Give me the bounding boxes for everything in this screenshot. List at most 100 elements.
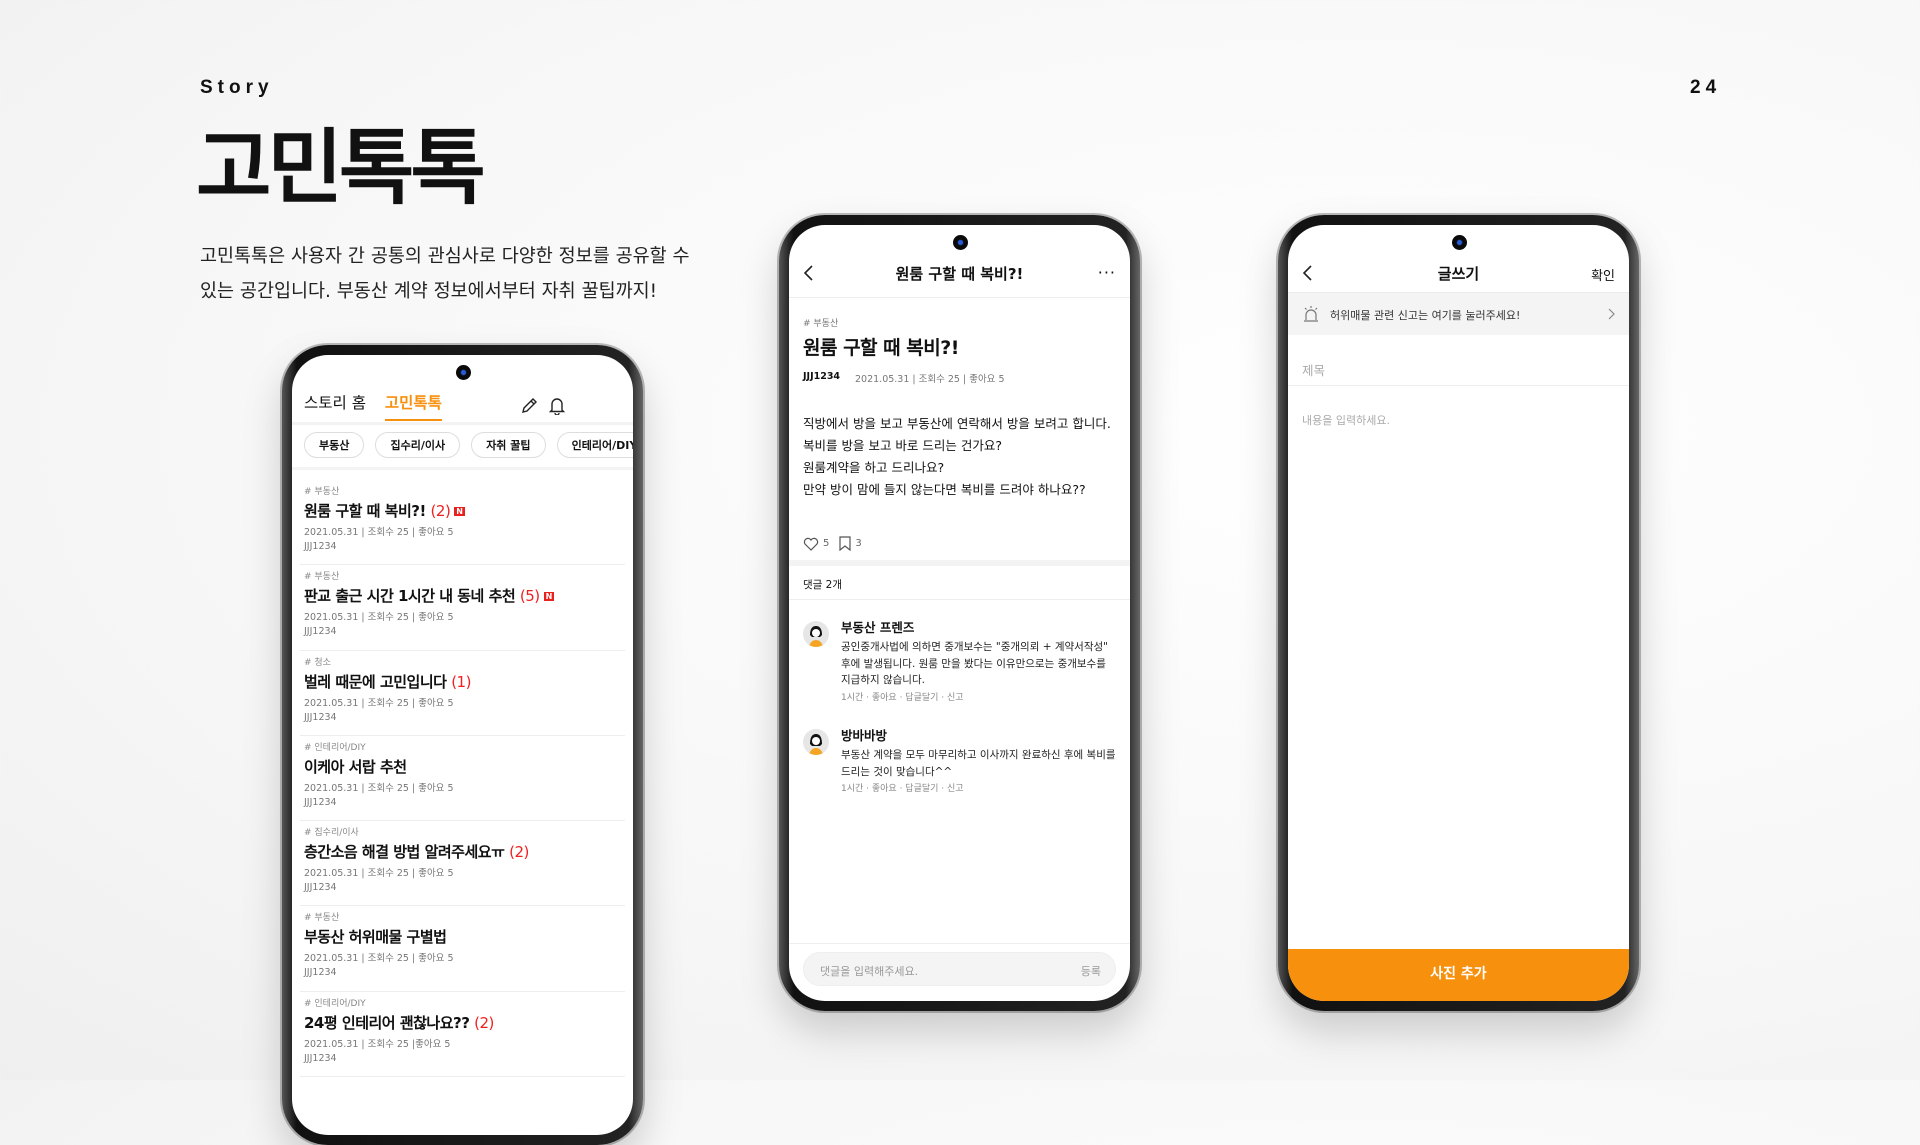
post-tag: # 부동산 <box>803 319 839 329</box>
post-meta: 2021.05.31 | 조회수 25 | 좋아요 5 <box>304 868 454 880</box>
post-title: 원룸 구할 때 복비?! (2) N <box>304 500 621 521</box>
post-title-text: 부동산 허위매물 구별법 <box>304 928 447 947</box>
post-author: JJJ1234 <box>304 967 337 979</box>
list-item[interactable]: # 부동산 원룸 구할 때 복비?! (2) N 2021.05.31 | 조회수… <box>300 480 625 566</box>
bookmark-count: 3 <box>855 538 862 549</box>
new-badge: N <box>454 507 465 516</box>
post-author: JJJ1234 <box>304 882 337 894</box>
report-banner[interactable]: 허위매물 관련 신고는 여기를 눌러주세요! <box>1288 292 1629 335</box>
chevron-right-icon <box>1608 308 1615 320</box>
phone-list-screen: 스토리 홈 고민톡톡 부동산 집수리/이사 자취 꿀팁 인테리어/DIY # 부… <box>282 345 643 1145</box>
siren-icon <box>1304 306 1318 322</box>
add-photo-button[interactable]: 사진 추가 <box>1288 949 1629 1001</box>
post-tag: # 인테리어/DIY <box>304 742 366 753</box>
tab-gomin-toktok[interactable]: 고민톡톡 <box>384 391 442 421</box>
post-title-text: 층간소음 해결 방법 알려주세요ㅠ <box>304 843 505 862</box>
post-list: # 부동산 원룸 구할 때 복비?! (2) N 2021.05.31 | 조회수… <box>300 480 625 1078</box>
post-title: 판교 출근 시간 1시간 내 동네 추천 (5) N <box>304 585 621 606</box>
post-author: JJJ1234 <box>304 541 337 552</box>
post-meta: 2021.05.31 | 조회수 25 |좋아요 5 <box>304 1038 451 1050</box>
post-title-text: 24평 인테리어 괜찮나요?? <box>304 1013 470 1032</box>
camera-icon <box>1451 235 1467 250</box>
body-line: 만약 방이 맘에 들지 않는다면 복비를 드려야 하나요?? <box>803 482 1086 497</box>
page-number: 24 <box>1690 77 1722 98</box>
comment-input[interactable]: 댓글을 입력해주세요. 등록 <box>803 952 1116 986</box>
post-title-text: 판교 출근 시간 1시간 내 동네 추천 <box>304 587 516 606</box>
content-input[interactable]: 내용을 입력하세요. <box>1302 412 1390 428</box>
post-meta: 2021.05.31 | 조회수 25 | 좋아요 5 <box>855 374 1005 385</box>
comments-count: 댓글 2개 <box>803 579 842 591</box>
submit-button[interactable]: 등록 <box>1081 963 1101 979</box>
comment-meta[interactable]: 1시간 · 좋아요 · 답글달기 · 신고 <box>841 690 1118 703</box>
comment-placeholder: 댓글을 입력해주세요. <box>820 965 919 978</box>
chip-interior-diy[interactable]: 인테리어/DIY <box>556 432 633 458</box>
chip-real-estate[interactable]: 부동산 <box>304 432 365 458</box>
header-title: 원룸 구할 때 복비?! <box>895 265 1024 283</box>
camera-icon <box>455 365 471 380</box>
banner-text: 허위매물 관련 신고는 여기를 눌러주세요! <box>1330 309 1521 322</box>
post-title-text: 벌레 때문에 고민입니다 <box>304 672 447 691</box>
comment-meta[interactable]: 1시간 · 좋아요 · 답글달기 · 신고 <box>841 781 1118 794</box>
comment-text: 부동산 계약을 모두 마무리하고 이사까지 완료하신 후에 복비를 드리는 것이… <box>841 749 1116 778</box>
title-input[interactable]: 제목 <box>1302 360 1325 379</box>
list-item[interactable]: # 인테리어/DIY 이케아 서랍 추천 2021.05.31 | 조회수 25… <box>300 736 625 822</box>
bookmark-icon[interactable] <box>839 536 851 551</box>
post-tag: # 부동산 <box>304 572 340 583</box>
description-line: 고민톡톡은 사용자 간 공통의 관심사로 다양한 정보를 공유할 수 <box>200 246 690 267</box>
more-icon[interactable]: ··· <box>1098 263 1116 282</box>
chip-repair-moving[interactable]: 집수리/이사 <box>375 432 461 458</box>
avatar <box>803 729 829 755</box>
page-title: 고민톡톡 <box>196 121 486 216</box>
page-description: 고민톡톡은 사용자 간 공통의 관심사로 다양한 정보를 공유할 수 있는 공간입… <box>200 239 720 309</box>
comment-count: (1) <box>451 672 471 691</box>
post-title: 층간소음 해결 방법 알려주세요ㅠ (2) <box>304 841 621 862</box>
header-title: 글쓰기 <box>1437 265 1480 283</box>
post-meta: 2021.05.31 | 조회수 25 | 좋아요 5 <box>304 697 454 709</box>
confirm-button[interactable]: 확인 <box>1591 265 1615 284</box>
bell-icon[interactable] <box>548 396 566 415</box>
like-count: 5 <box>823 538 830 549</box>
comment-author: 부동산 프렌즈 <box>841 620 915 635</box>
post-title: 24평 인테리어 괜찮나요?? (2) <box>304 1012 621 1033</box>
post-author: JJJ1234 <box>803 371 841 382</box>
post-tag: # 인테리어/DIY <box>304 998 366 1009</box>
list-item[interactable]: # 청소 벌레 때문에 고민입니다 (1) 2021.05.31 | 조회수 2… <box>300 651 625 736</box>
post-author: JJJ1234 <box>304 711 337 723</box>
post-title: 이케아 서랍 추천 <box>304 756 621 777</box>
heart-icon[interactable] <box>803 536 819 551</box>
post-tag: # 부동산 <box>304 913 340 924</box>
post-meta: 2021.05.31 | 조회수 25 | 좋아요 5 <box>304 953 454 965</box>
post-title: 원룸 구할 때 복비?! <box>803 337 959 359</box>
body-line: 복비를 방을 보고 바로 드리는 건가요? <box>803 438 1003 453</box>
comment-author: 방바바방 <box>841 728 888 743</box>
post-title: 벌레 때문에 고민입니다 (1) <box>304 671 621 692</box>
post-author: JJJ1234 <box>304 626 337 638</box>
list-item[interactable]: # 인테리어/DIY 24평 인테리어 괜찮나요?? (2) 2021.05.3… <box>300 992 625 1078</box>
body-line: 직방에서 방을 보고 부동산에 연락해서 방을 보려고 합니다. <box>803 416 1111 431</box>
post-tag: # 부동산 <box>304 487 340 497</box>
pencil-icon[interactable] <box>520 397 538 415</box>
list-item[interactable]: # 부동산 판교 출근 시간 1시간 내 동네 추천 (5) N 2021.05.… <box>300 565 625 651</box>
list-item[interactable]: # 집수리/이사 층간소음 해결 방법 알려주세요ㅠ (2) 2021.05.3… <box>300 821 625 907</box>
chip-living-tips[interactable]: 자취 꿀팁 <box>471 432 546 458</box>
list-item[interactable]: # 부동산 부동산 허위매물 구별법 2021.05.31 | 조회수 25 |… <box>300 906 625 992</box>
comment-count: (5) <box>519 587 540 606</box>
post-title: 부동산 허위매물 구별법 <box>304 926 621 947</box>
post-author: JJJ1234 <box>304 796 337 808</box>
tab-story-home[interactable]: 스토리 홈 <box>304 391 366 419</box>
comment-count: (2) <box>509 843 529 862</box>
comment: 부동산 프렌즈 공인중개사법에 의하면 중개보수는 "중개의뢰 + 계약서작성"… <box>803 617 1118 703</box>
post-meta: 2021.05.31 | 조회수 25 | 좋아요 5 <box>304 782 454 794</box>
post-meta: 2021.05.31 | 조회수 25 | 좋아요 5 <box>304 612 454 624</box>
comment-count: (2) <box>430 502 451 520</box>
comment-text: 공인중개사법에 의하면 중개보수는 "중개의뢰 + 계약서작성" 후에 발생됩니… <box>841 641 1108 686</box>
body-line: 원룸계약을 하고 드리나요? <box>803 460 945 475</box>
post-author: JJJ1234 <box>304 1052 337 1064</box>
post-meta: 2021.05.31 | 조회수 25 | 좋아요 5 <box>304 527 454 538</box>
new-badge: N <box>543 592 554 602</box>
post-title-text: 이케아 서랍 추천 <box>304 757 407 776</box>
avatar <box>803 621 829 647</box>
comment: 방바바방 부동산 계약을 모두 마무리하고 이사까지 완료하신 후에 복비를 드… <box>803 725 1118 794</box>
section-label: Story <box>200 77 274 98</box>
phone-detail-screen: 원룸 구할 때 복비?! ··· # 부동산 원룸 구할 때 복비?! JJJ1… <box>779 215 1140 1011</box>
